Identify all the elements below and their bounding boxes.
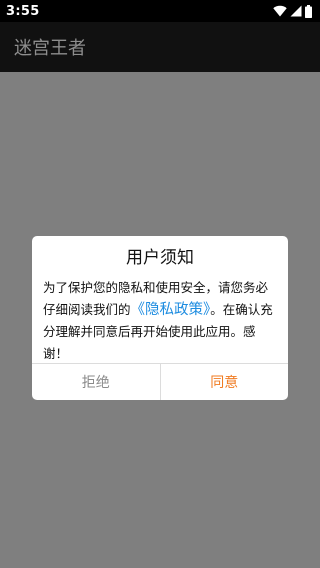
app-title: 迷宫王者 — [14, 38, 86, 59]
wifi-icon — [273, 5, 287, 17]
privacy-policy-link[interactable]: 《隐私政策》 — [131, 302, 211, 318]
status-bar: 3:55 — [0, 0, 320, 22]
agree-button[interactable]: 同意 — [161, 364, 289, 400]
reject-button[interactable]: 拒绝 — [32, 364, 161, 400]
screen: 3:55 迷宫王者 用户须知 为了保护您的隐私和使用安全，请您务必仔细阅读我们的… — [0, 0, 320, 568]
status-time: 3:55 — [6, 3, 40, 19]
dialog-title: 用户须知 — [126, 248, 194, 268]
dialog-message: 为了保护您的隐私和使用安全，请您务必仔细阅读我们的《隐私政策》。在确认充分理解并… — [43, 277, 278, 365]
app-bar: 迷宫王者 — [0, 22, 320, 72]
dialog-button-row: 拒绝 同意 — [32, 363, 288, 400]
user-notice-dialog: 用户须知 为了保护您的隐私和使用安全，请您务必仔细阅读我们的《隐私政策》。在确认… — [32, 236, 288, 400]
status-icons — [273, 4, 312, 18]
battery-icon — [305, 4, 312, 18]
signal-icon — [290, 5, 302, 17]
